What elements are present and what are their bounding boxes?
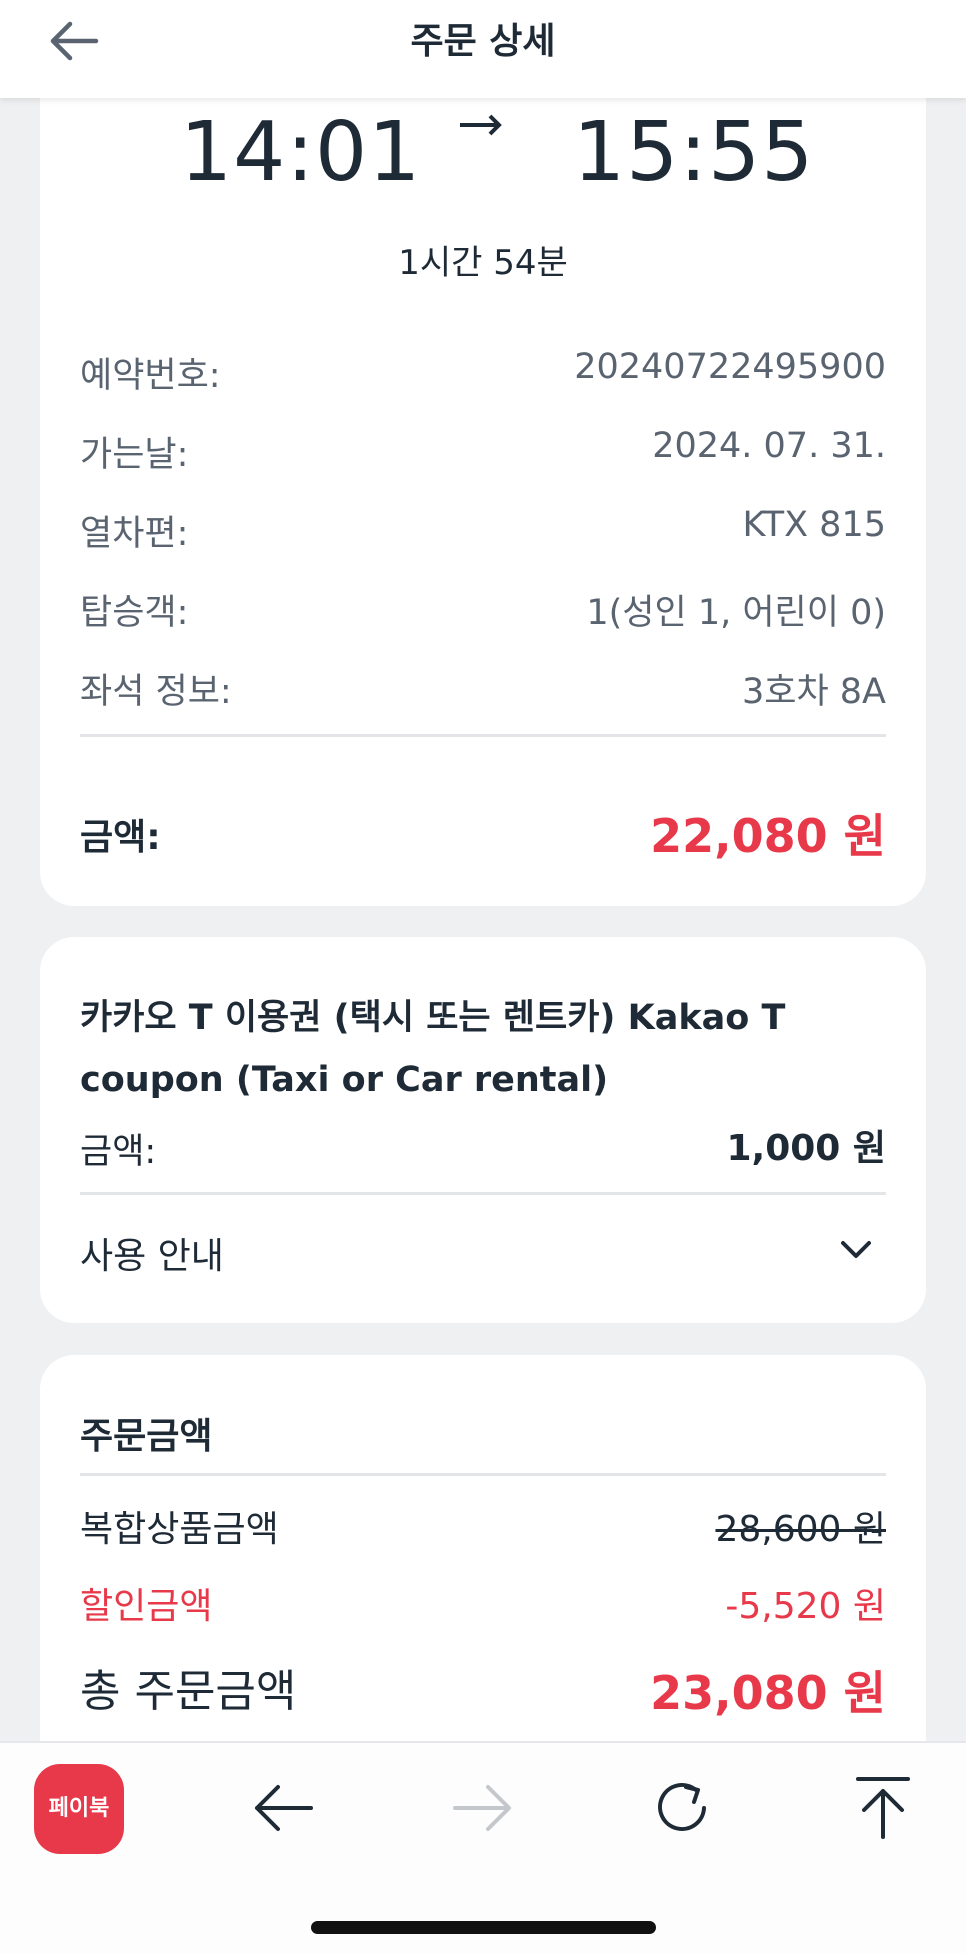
total-row: 총 주문금액 23,080 원 (80, 1655, 886, 1720)
coupon-card: 카카오 T 이용권 (택시 또는 렌트카) Kakao T coupon (Ta… (40, 937, 926, 1323)
reload-icon (658, 1782, 706, 1831)
chevron-down-icon (841, 1241, 871, 1258)
product-amount-label: 복합상품금액 (80, 1509, 279, 1550)
scroll-top-icon (856, 1777, 910, 1839)
discount-value: -5,520 원 (725, 1586, 886, 1627)
coupon-amount-row: 금액: 1,000 원 (80, 1119, 886, 1172)
time-row: 14:01 15:55 (40, 105, 926, 215)
departure-time: 14:01 (180, 105, 422, 200)
detail-value: 2024. 07. 31. (652, 426, 886, 466)
divider (80, 1473, 886, 1476)
app-header: 주문 상세 (0, 0, 966, 98)
product-amount-value: 28,600 원 (715, 1509, 886, 1550)
usage-guide-label: 사용 안내 (80, 1236, 224, 1277)
trip-card: 14:01 15:55 1시간 54분 예약번호: 20240722495900… (40, 60, 926, 906)
browser-forward-button[interactable] (448, 1773, 518, 1843)
detail-value: KTX 815 (742, 505, 886, 545)
arrow-right-icon (453, 1785, 511, 1831)
detail-value: 1(성인 1, 어린이 0) (586, 593, 886, 633)
arrival-time: 15:55 (573, 105, 815, 200)
detail-label: 예약번호: (80, 356, 221, 396)
trip-duration: 1시간 54분 (398, 243, 568, 283)
detail-row-date: 가는날: 2024. 07. 31. (80, 426, 886, 475)
discount-label: 할인금액 (80, 1586, 213, 1627)
total-value: 23,080 원 (650, 1666, 886, 1720)
detail-label: 좌석 정보: (80, 672, 232, 712)
bottom-toolbar: 페이북 (0, 1741, 966, 1953)
amount-label: 금액: (80, 817, 161, 858)
detail-value: 3호차 8A (741, 672, 886, 712)
total-label: 총 주문금액 (80, 1666, 297, 1717)
detail-row-passengers: 탑승객: 1(성인 1, 어린이 0) (80, 584, 886, 633)
divider (80, 734, 886, 737)
reload-button[interactable] (648, 1773, 718, 1843)
amount-value: 22,080 원 (650, 809, 886, 863)
arrow-left-icon (255, 1785, 313, 1831)
trip-amount-row: 금액: 22,080 원 (80, 800, 886, 863)
arrow-right-icon (460, 114, 502, 136)
detail-row-seat: 좌석 정보: 3호차 8A (80, 663, 886, 712)
scroll-top-button[interactable] (848, 1773, 918, 1843)
usage-guide-toggle[interactable]: 사용 안내 (80, 1227, 886, 1287)
coupon-amount-value: 1,000 원 (726, 1128, 886, 1169)
detail-label: 열차편: (80, 514, 189, 554)
divider (80, 1192, 886, 1195)
discount-row: 할인금액 -5,520 원 (80, 1577, 886, 1627)
detail-row-reservation: 예약번호: 20240722495900 (80, 347, 886, 396)
order-title: 주문금액 (80, 1416, 213, 1457)
detail-label: 가는날: (80, 435, 189, 475)
coupon-amount-label: 금액: (80, 1132, 157, 1172)
coupon-title: 카카오 T 이용권 (택시 또는 렌트카) Kakao T coupon (Ta… (80, 998, 786, 1100)
home-indicator (311, 1921, 656, 1934)
detail-row-train: 열차편: KTX 815 (80, 505, 886, 554)
paybook-button[interactable]: 페이북 (34, 1764, 124, 1854)
browser-back-button[interactable] (248, 1773, 318, 1843)
page-title: 주문 상세 (410, 21, 556, 62)
detail-value: 20240722495900 (574, 347, 886, 387)
detail-label: 탑승객: (80, 593, 189, 633)
product-amount-row: 복합상품금액 28,600 원 (80, 1500, 886, 1550)
